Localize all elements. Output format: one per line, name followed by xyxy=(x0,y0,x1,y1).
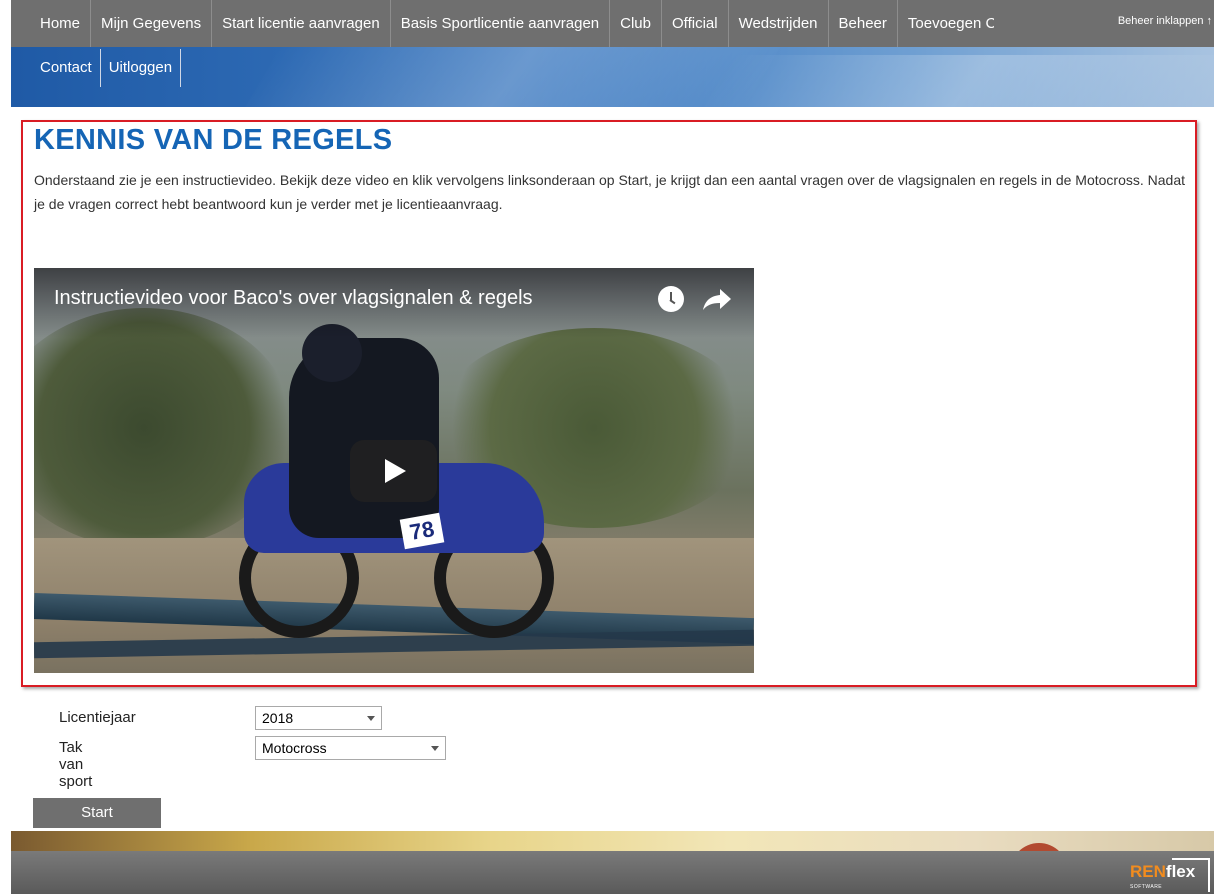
nav-beheer[interactable]: Beheer xyxy=(829,0,898,47)
instruction-video[interactable]: 78 Instructievideo voor Baco's over vlag… xyxy=(34,268,754,673)
page-title: KENNIS VAN DE REGELS xyxy=(34,124,393,156)
play-icon[interactable] xyxy=(350,440,437,502)
banner-decoration xyxy=(687,55,1214,107)
nav-home[interactable]: Home xyxy=(32,0,92,47)
nav-contact[interactable]: Contact xyxy=(32,49,101,87)
licentiejaar-label: Licentiejaar xyxy=(59,709,136,726)
nav-official[interactable]: Official xyxy=(662,0,729,47)
banner-decoration xyxy=(237,40,785,107)
watch-later-icon[interactable] xyxy=(658,286,684,312)
tak-value: Motocross xyxy=(262,740,327,756)
secondary-nav: Contact Uitloggen xyxy=(32,49,182,87)
logo-flex: flex xyxy=(1165,862,1196,881)
nav-club[interactable]: Club xyxy=(610,0,662,47)
footer-bar xyxy=(11,851,1214,894)
main-nav: Home Mijn Gegevens Start licentie aanvra… xyxy=(11,0,1214,47)
logo-text: RENflex xyxy=(1130,862,1195,882)
beheer-inklappen-link[interactable]: Beheer inklappen ↑ xyxy=(1118,15,1212,27)
logo-ren: REN xyxy=(1130,862,1166,881)
intro-text: Onderstaand zie je een instructievideo. … xyxy=(34,172,1186,212)
licentiejaar-value: 2018 xyxy=(262,710,294,726)
start-button[interactable]: Start xyxy=(33,798,161,828)
licentiejaar-select[interactable]: 2018 xyxy=(255,706,382,730)
video-title[interactable]: Instructievideo voor Baco's over vlagsig… xyxy=(54,287,533,310)
nav-start-licentie[interactable]: Start licentie aanvragen xyxy=(212,0,391,47)
tak-select[interactable]: Motocross xyxy=(255,736,446,760)
share-icon[interactable] xyxy=(702,286,732,312)
tak-label: Tak van sport xyxy=(59,739,93,790)
nav-uitloggen[interactable]: Uitloggen xyxy=(101,49,182,87)
chevron-down-icon xyxy=(367,716,375,721)
nav-basis-sportlicentie[interactable]: Basis Sportlicentie aanvragen xyxy=(391,0,611,47)
chevron-down-icon xyxy=(431,746,439,751)
header-banner: Home Mijn Gegevens Start licentie aanvra… xyxy=(11,0,1214,107)
page: Home Mijn Gegevens Start licentie aanvra… xyxy=(0,0,1214,894)
nav-toevoegen-clubgebruiker[interactable]: Toevoegen Clubgebruiker xyxy=(898,0,994,47)
rules-section: KENNIS VAN DE REGELS Onderstaand zie je … xyxy=(21,120,1197,687)
nav-wedstrijden[interactable]: Wedstrijden xyxy=(729,0,829,47)
logo-subtitle: SOFTWARE xyxy=(1130,884,1163,890)
renflex-logo: RENflex SOFTWARE xyxy=(1128,858,1212,892)
nav-mijn-gegevens[interactable]: Mijn Gegevens xyxy=(91,0,213,47)
